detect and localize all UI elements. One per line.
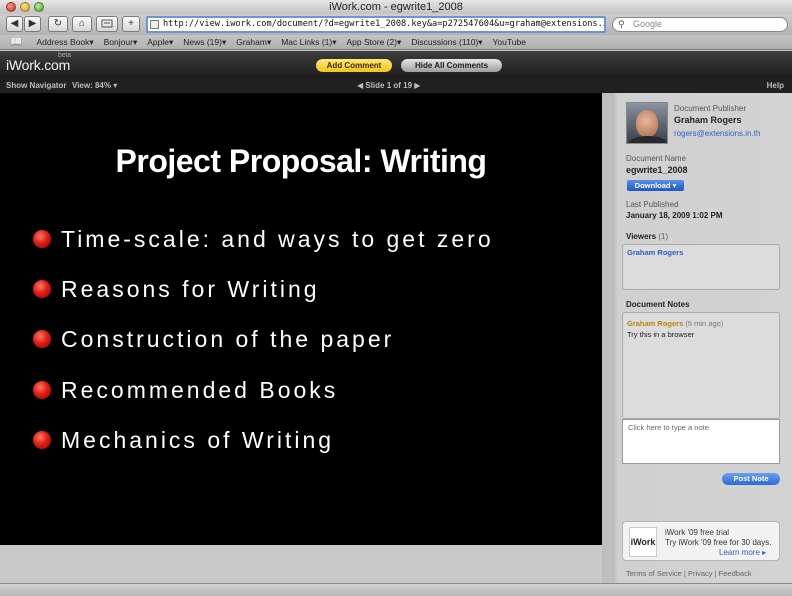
- avatar-head: [636, 110, 658, 137]
- window-controls: [6, 2, 44, 12]
- red-bullet-icon: [33, 431, 51, 449]
- viewers-count: (1): [658, 232, 669, 241]
- iwork-header: iWork.com beta Add Comment Hide All Comm…: [0, 51, 792, 79]
- learn-more-link[interactable]: Learn more ▸: [719, 548, 766, 557]
- window-titlebar: iWork.com - egwrite1_2008: [0, 0, 792, 14]
- bullet-text: Reasons for Writing: [61, 275, 320, 302]
- page-favicon-icon: [150, 20, 159, 29]
- viewers-list: Graham Rogers: [622, 244, 780, 290]
- search-icon: ⚲: [618, 19, 625, 29]
- address-url: http://view.iwork.com/document/?d=egwrit…: [163, 19, 606, 29]
- window-title: iWork.com - egwrite1_2008: [329, 1, 463, 13]
- bullet-text: Recommended Books: [61, 376, 339, 403]
- document-notes-heading: Document Notes: [626, 300, 690, 309]
- slide-title: Project Proposal: Writing: [115, 143, 487, 179]
- bookmarks-bar: 📖 Address Book▾ Bonjour▾ Apple▾ News (19…: [0, 35, 792, 50]
- slide-bullet: Construction of the paper: [33, 324, 394, 354]
- publisher-avatar: [626, 102, 668, 144]
- notes-list: Graham Rogers (5 min ago) Try this in a …: [622, 312, 780, 419]
- snapback-button[interactable]: [96, 16, 118, 32]
- viewers-heading: Viewers (1): [626, 232, 668, 241]
- last-published-label: Last Published: [626, 200, 679, 209]
- hide-comments-button[interactable]: Hide All Comments: [401, 59, 502, 72]
- iwork-logo[interactable]: iWork.com beta: [6, 52, 71, 73]
- bullet-text: Time-scale: and ways to get zero: [61, 225, 494, 252]
- slide-bullet: Mechanics of Writing: [33, 425, 334, 455]
- help-link[interactable]: Help: [767, 79, 784, 93]
- note-author: Graham Rogers: [627, 319, 684, 328]
- bookmark-item[interactable]: Mac Links (1)▾: [281, 37, 336, 48]
- bookmark-item[interactable]: Bonjour▾: [104, 37, 138, 48]
- forward-button[interactable]: ▶: [24, 16, 41, 32]
- bookmark-item[interactable]: YouTube: [493, 37, 526, 47]
- home-button[interactable]: ⌂: [72, 16, 92, 32]
- document-name-label: Document Name: [626, 154, 687, 163]
- view-zoom-dropdown[interactable]: View: 84% ▾: [72, 79, 117, 93]
- note-text: Try this in a browser: [627, 330, 695, 339]
- promo-title: iWork '09 free trial: [665, 528, 730, 537]
- beta-label: beta: [58, 52, 71, 59]
- search-placeholder: Google: [633, 19, 663, 29]
- close-window-icon[interactable]: [6, 2, 16, 12]
- slide-background-area: [0, 545, 602, 583]
- footer-links[interactable]: Terms of Service | Privacy | Feedback: [626, 569, 752, 578]
- show-navigator-button[interactable]: Show Navigator: [6, 79, 66, 93]
- promo-body: Try iWork '09 free for 30 days.: [665, 538, 772, 547]
- document-sidebar: Document Publisher Graham Rogers rogers@…: [602, 93, 792, 583]
- bookmark-item[interactable]: Discussions (110)▾: [411, 37, 482, 48]
- document-name: egwrite1_2008: [626, 165, 688, 175]
- address-bar[interactable]: http://view.iwork.com/document/?d=egwrit…: [146, 16, 606, 33]
- search-input[interactable]: ⚲ Google: [612, 17, 788, 32]
- back-button[interactable]: ◀: [6, 16, 23, 32]
- add-bookmark-button[interactable]: +: [122, 16, 140, 32]
- slide-canvas: Project Proposal: Writing Time-scale: an…: [0, 93, 602, 545]
- bookmark-item[interactable]: Address Book▾: [36, 37, 93, 48]
- bullet-text: Construction of the paper: [61, 325, 395, 352]
- bookmarks-book-icon[interactable]: 📖: [10, 37, 22, 48]
- publisher-name: Graham Rogers: [674, 115, 742, 125]
- note-header: Graham Rogers (5 min ago): [627, 319, 723, 328]
- bookmark-item[interactable]: App Store (2)▾: [347, 37, 402, 48]
- slide-indicator[interactable]: ◀ Slide 1 of 19 ▶: [357, 79, 420, 93]
- snapback-icon: [101, 19, 113, 28]
- iwork-promo-logo: iWork: [629, 527, 657, 557]
- viewers-label: Viewers: [626, 232, 657, 241]
- bookmark-item[interactable]: News (19)▾: [183, 37, 226, 48]
- reload-button[interactable]: ↻: [48, 16, 68, 32]
- iwork-logo-text: iWork.com: [6, 57, 71, 73]
- minimize-window-icon[interactable]: [20, 2, 30, 12]
- browser-toolbar: ◀ ▶ ↻ ⌂ + http://view.iwork.com/document…: [0, 14, 792, 35]
- note-textarea[interactable]: Click here to type a note: [622, 419, 780, 464]
- last-published-date: January 18, 2009 1:02 PM: [626, 211, 723, 220]
- red-bullet-icon: [33, 330, 51, 348]
- download-button[interactable]: Download ▾: [627, 180, 684, 191]
- avatar-shoulders: [629, 136, 667, 143]
- slide-bullet: Reasons for Writing: [33, 274, 320, 304]
- zoom-window-icon[interactable]: [34, 2, 44, 12]
- bullet-text: Mechanics of Writing: [61, 426, 335, 453]
- bookmark-item[interactable]: Graham▾: [236, 37, 271, 48]
- slide-navigation-bar: Show Navigator View: 84% ▾ ◀ Slide 1 of …: [0, 79, 792, 93]
- iwork-trial-promo[interactable]: iWork iWork '09 free trial Try iWork '09…: [622, 521, 780, 561]
- slide-bullet: Time-scale: and ways to get zero: [33, 224, 494, 254]
- add-comment-button[interactable]: Add Comment: [316, 59, 392, 72]
- browser-status-bar: [0, 583, 792, 596]
- slide-bullet: Recommended Books: [33, 375, 338, 405]
- post-note-button[interactable]: Post Note: [722, 473, 780, 485]
- publisher-label: Document Publisher: [674, 104, 747, 113]
- publisher-email-link[interactable]: rogers@extensions.in.th: [674, 129, 760, 138]
- bookmark-item[interactable]: Apple▾: [147, 37, 173, 48]
- red-bullet-icon: [33, 381, 51, 399]
- note-time: (5 min ago): [685, 319, 724, 328]
- red-bullet-icon: [33, 280, 51, 298]
- viewer-name-link[interactable]: Graham Rogers: [627, 248, 683, 257]
- red-bullet-icon: [33, 230, 51, 248]
